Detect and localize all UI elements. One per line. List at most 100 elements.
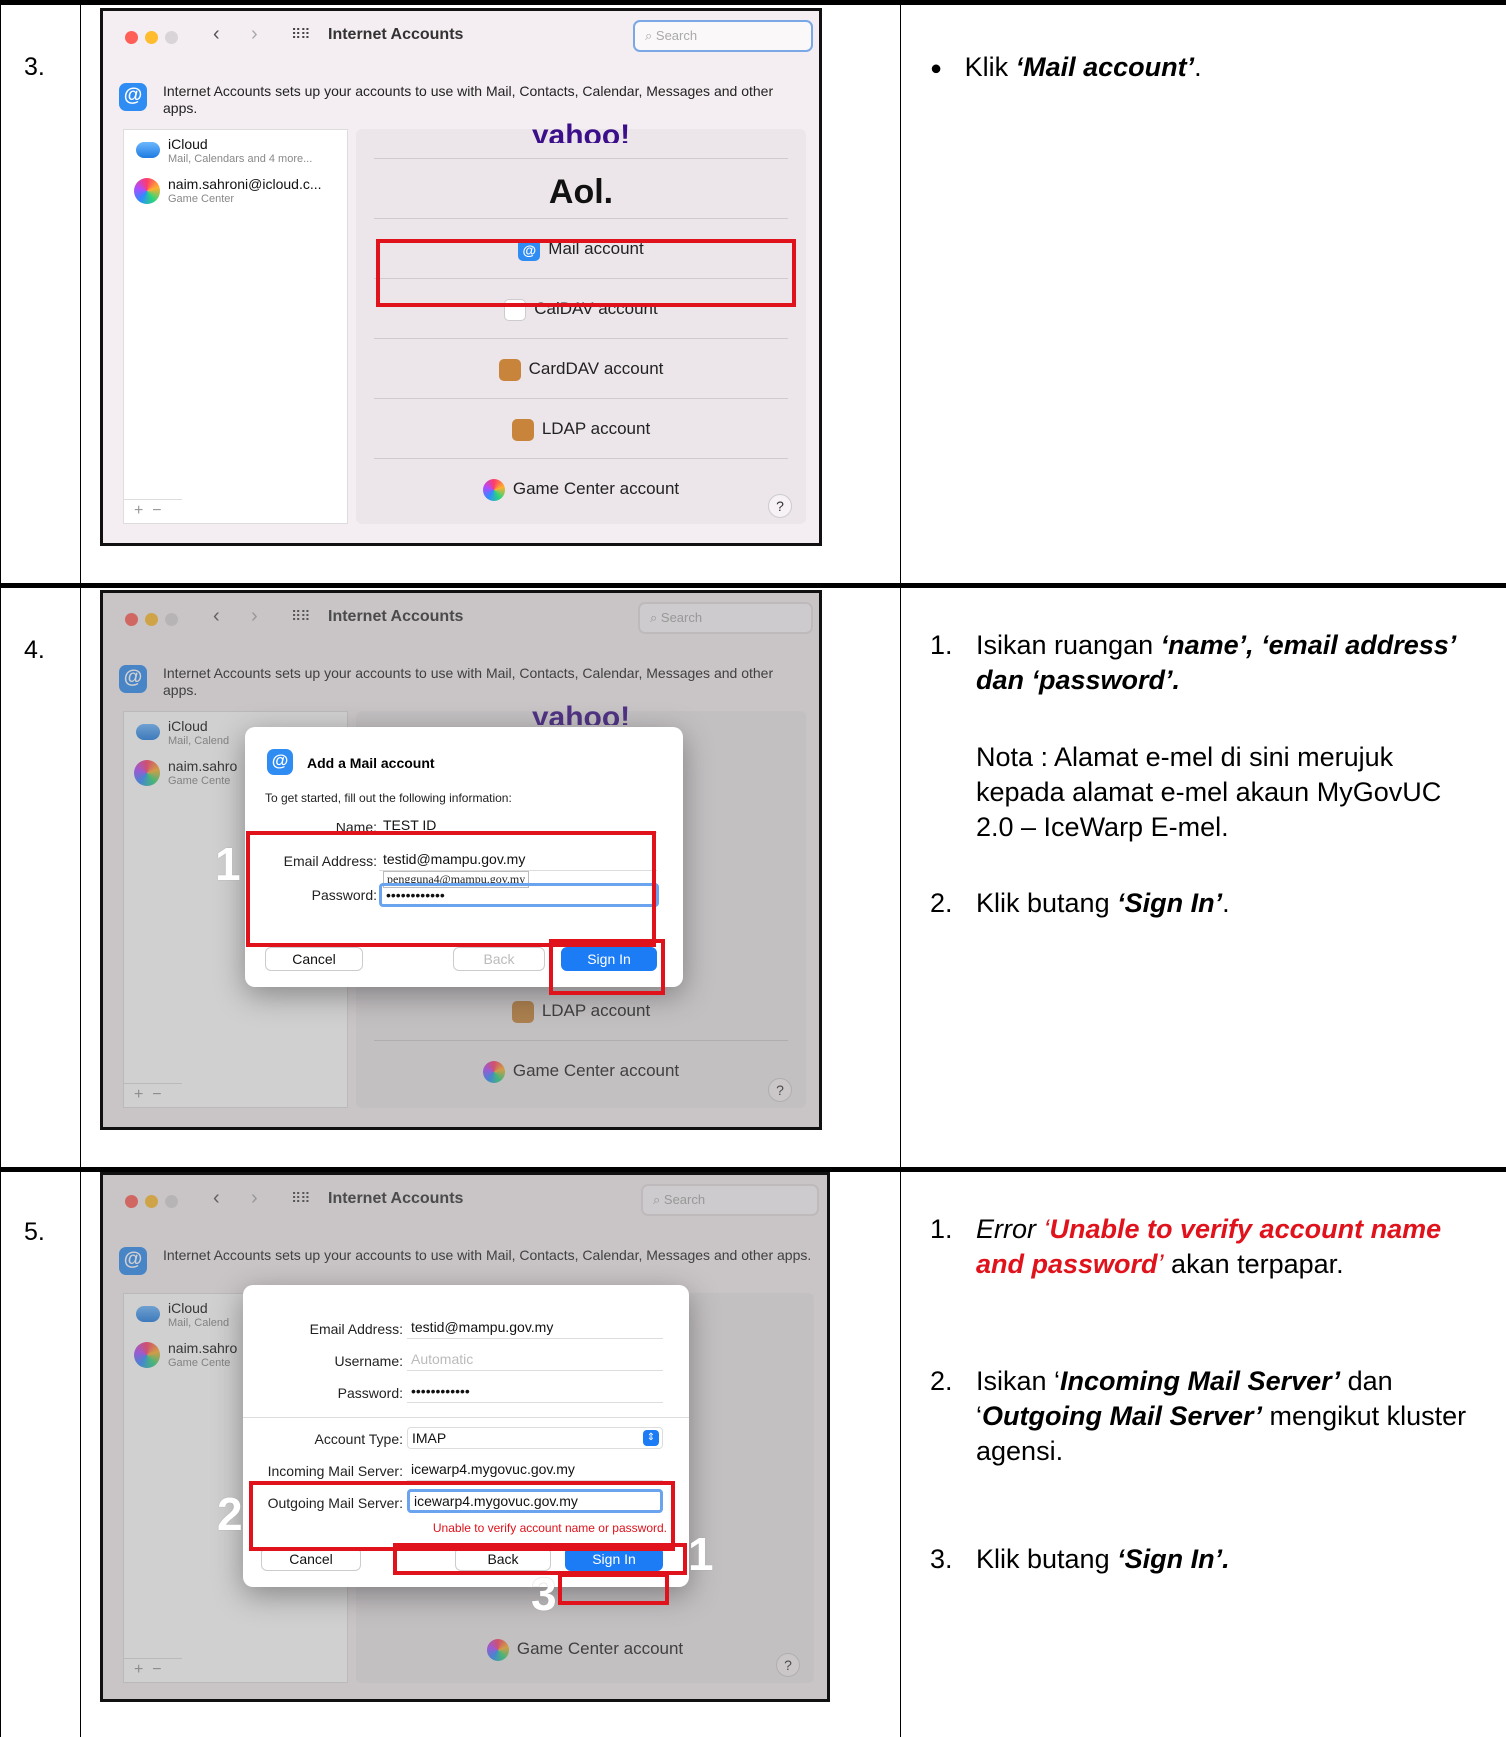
list-item: Isikan ruangan ‘name’, ‘email address’ d…	[976, 628, 1476, 698]
column-divider	[900, 0, 901, 1737]
highlight-box	[249, 1481, 675, 1551]
list-item: Klik butang ‘Sign In’.	[976, 886, 1476, 921]
remove-account-button[interactable]: −	[152, 502, 161, 519]
desc-text: Klik butang	[976, 888, 1118, 918]
list-number: 3.	[930, 1544, 953, 1574]
add-account-button[interactable]: +	[134, 502, 143, 519]
icloud-icon	[136, 142, 160, 158]
desc-bold: Incoming Mail Server’	[1060, 1366, 1341, 1396]
account-type-value: IMAP	[412, 1430, 447, 1446]
contacts-book-icon	[498, 358, 521, 381]
incoming-server-label: Incoming Mail Server:	[267, 1463, 403, 1479]
cancel-button[interactable]: Cancel	[265, 947, 363, 971]
provider-label: Game Center account	[512, 479, 680, 498]
dialog-title: Add a Mail account	[307, 755, 435, 771]
forward-chevron-icon[interactable]: ›	[251, 23, 258, 46]
desc-bold: ‘Mail account’	[1015, 52, 1195, 82]
incoming-server-field[interactable]: icewarp4.mygovuc.gov.my	[407, 1459, 663, 1481]
select-stepper-icon: ⇕	[643, 1430, 659, 1446]
table-top-border	[0, 0, 1506, 5]
annotation-marker: 2	[217, 1488, 243, 1540]
window-title: Internet Accounts	[328, 26, 464, 43]
list-number: 2.	[930, 888, 953, 918]
row-divider	[0, 583, 1506, 588]
dialog-subtitle: To get started, fill out the following i…	[265, 791, 512, 805]
desc-text: Klik	[964, 52, 1016, 82]
provider-carddav[interactable]: CardDAV account	[374, 339, 788, 399]
username-field[interactable]: Automatic	[407, 1349, 663, 1371]
contacts-book-icon	[511, 418, 534, 441]
internet-accounts-at-icon: @	[119, 83, 147, 111]
password-label: Password:	[337, 1385, 403, 1401]
game-center-icon	[134, 178, 160, 204]
highlight-box	[246, 831, 656, 947]
account-type-select[interactable]: IMAP ⇕	[407, 1427, 663, 1449]
highlight-box	[549, 939, 665, 995]
step-number: 5.	[24, 1218, 45, 1246]
search-placeholder: Search	[655, 28, 698, 43]
sidebar-item-sub: Mail, Calendars and 4 more...	[168, 153, 313, 165]
list-divider	[374, 129, 788, 159]
close-window-button[interactable]	[125, 31, 138, 44]
list-item: Error ‘Unable to verify account name and…	[976, 1214, 1442, 1279]
email-field[interactable]: testid@mampu.gov.my	[407, 1317, 663, 1339]
password-field[interactable]: ••••••••••••	[407, 1381, 663, 1403]
desc-text: Isikan ‘	[976, 1366, 1061, 1396]
minimize-window-button[interactable]	[145, 31, 158, 44]
sidebar-item-sub: Game Center	[168, 193, 235, 205]
divider	[243, 1417, 689, 1418]
note-text: Nota : Alamat e-mel di sini merujuk kepa…	[976, 742, 1442, 842]
email-label: Email Address:	[309, 1321, 403, 1337]
bullet: ●	[930, 57, 943, 80]
desc-bold: Outgoing Mail Server’	[982, 1401, 1263, 1431]
desc-text: Error	[976, 1214, 1044, 1244]
sidebar-item-label: iCloud	[168, 136, 208, 152]
list-item: Klik butang ‘Sign In’.	[976, 1542, 1476, 1577]
column-divider	[80, 0, 81, 1737]
annotation-marker: 1	[688, 1528, 714, 1580]
desc-bold: ‘Sign In’.	[1117, 1544, 1230, 1574]
title-bar: ‹ › ⠿⠿ Internet Accounts ⌕ Search	[103, 11, 819, 59]
provider-label: LDAP account	[541, 419, 651, 438]
step-number: 3.	[24, 53, 45, 81]
desc-bold: ‘Sign In’	[1117, 888, 1223, 918]
desc-text: Isikan ruangan	[976, 630, 1161, 660]
internet-accounts-window: ‹ › ⠿⠿ Internet Accounts ⌕ Search @ Inte…	[100, 590, 822, 1130]
accounts-sidebar: iCloud Mail, Calendars and 4 more... naim…	[123, 129, 348, 524]
table-left-border	[0, 0, 1, 1737]
list-number: 1.	[930, 1214, 953, 1244]
step-description: ● Klik ‘Mail account’.	[930, 50, 1490, 86]
back-button[interactable]: Back	[453, 947, 545, 971]
desc-text: akan terpapar.	[1163, 1249, 1344, 1279]
annotation-marker: 3	[531, 1568, 557, 1620]
list-item: Isikan ‘Incoming Mail Server’ dan ‘Outgo…	[976, 1364, 1486, 1469]
game-center-icon	[482, 478, 505, 501]
desc-text: Klik butang	[976, 1544, 1118, 1574]
highlight-box	[558, 1573, 669, 1605]
add-remove-bar: + −	[124, 499, 182, 523]
desc-text: .	[1222, 888, 1230, 918]
provider-ldap[interactable]: LDAP account	[374, 399, 788, 459]
grid-icon[interactable]: ⠿⠿	[291, 26, 310, 43]
desc-text: .	[1194, 52, 1202, 82]
account-type-label: Account Type:	[314, 1431, 403, 1447]
provider-game-center[interactable]: Game Center account	[374, 459, 788, 519]
provider-list: yahoo! Aol. @ Mail account CalDAV account…	[356, 119, 806, 524]
intro-text: Internet Accounts sets up your accounts …	[163, 83, 774, 116]
back-chevron-icon[interactable]: ‹	[213, 23, 220, 46]
internet-accounts-window: ‹ › ⠿⠿ Internet Accounts ⌕ Search @ Inte…	[100, 1172, 830, 1702]
sidebar-item-game-center[interactable]: naim.sahroni@icloud.c... Game Center	[168, 176, 322, 205]
list-divider	[374, 159, 788, 219]
sidebar-item-label: naim.sahroni@icloud.c...	[168, 176, 322, 192]
at-icon: @	[267, 749, 293, 775]
internet-accounts-window: ‹ › ⠿⠿ Internet Accounts ⌕ Search @ Inte…	[100, 8, 822, 546]
sidebar-item-icloud[interactable]: iCloud Mail, Calendars and 4 more...	[168, 136, 312, 165]
provider-label: CardDAV account	[528, 359, 664, 378]
list-number: 2.	[930, 1366, 953, 1396]
step-number: 4.	[24, 636, 45, 664]
username-label: Username:	[334, 1353, 403, 1369]
zoom-window-button[interactable]	[165, 31, 178, 44]
search-input[interactable]: ⌕ Search	[633, 20, 813, 52]
annotation-marker: 1	[215, 838, 241, 890]
help-button[interactable]: ?	[768, 494, 792, 518]
